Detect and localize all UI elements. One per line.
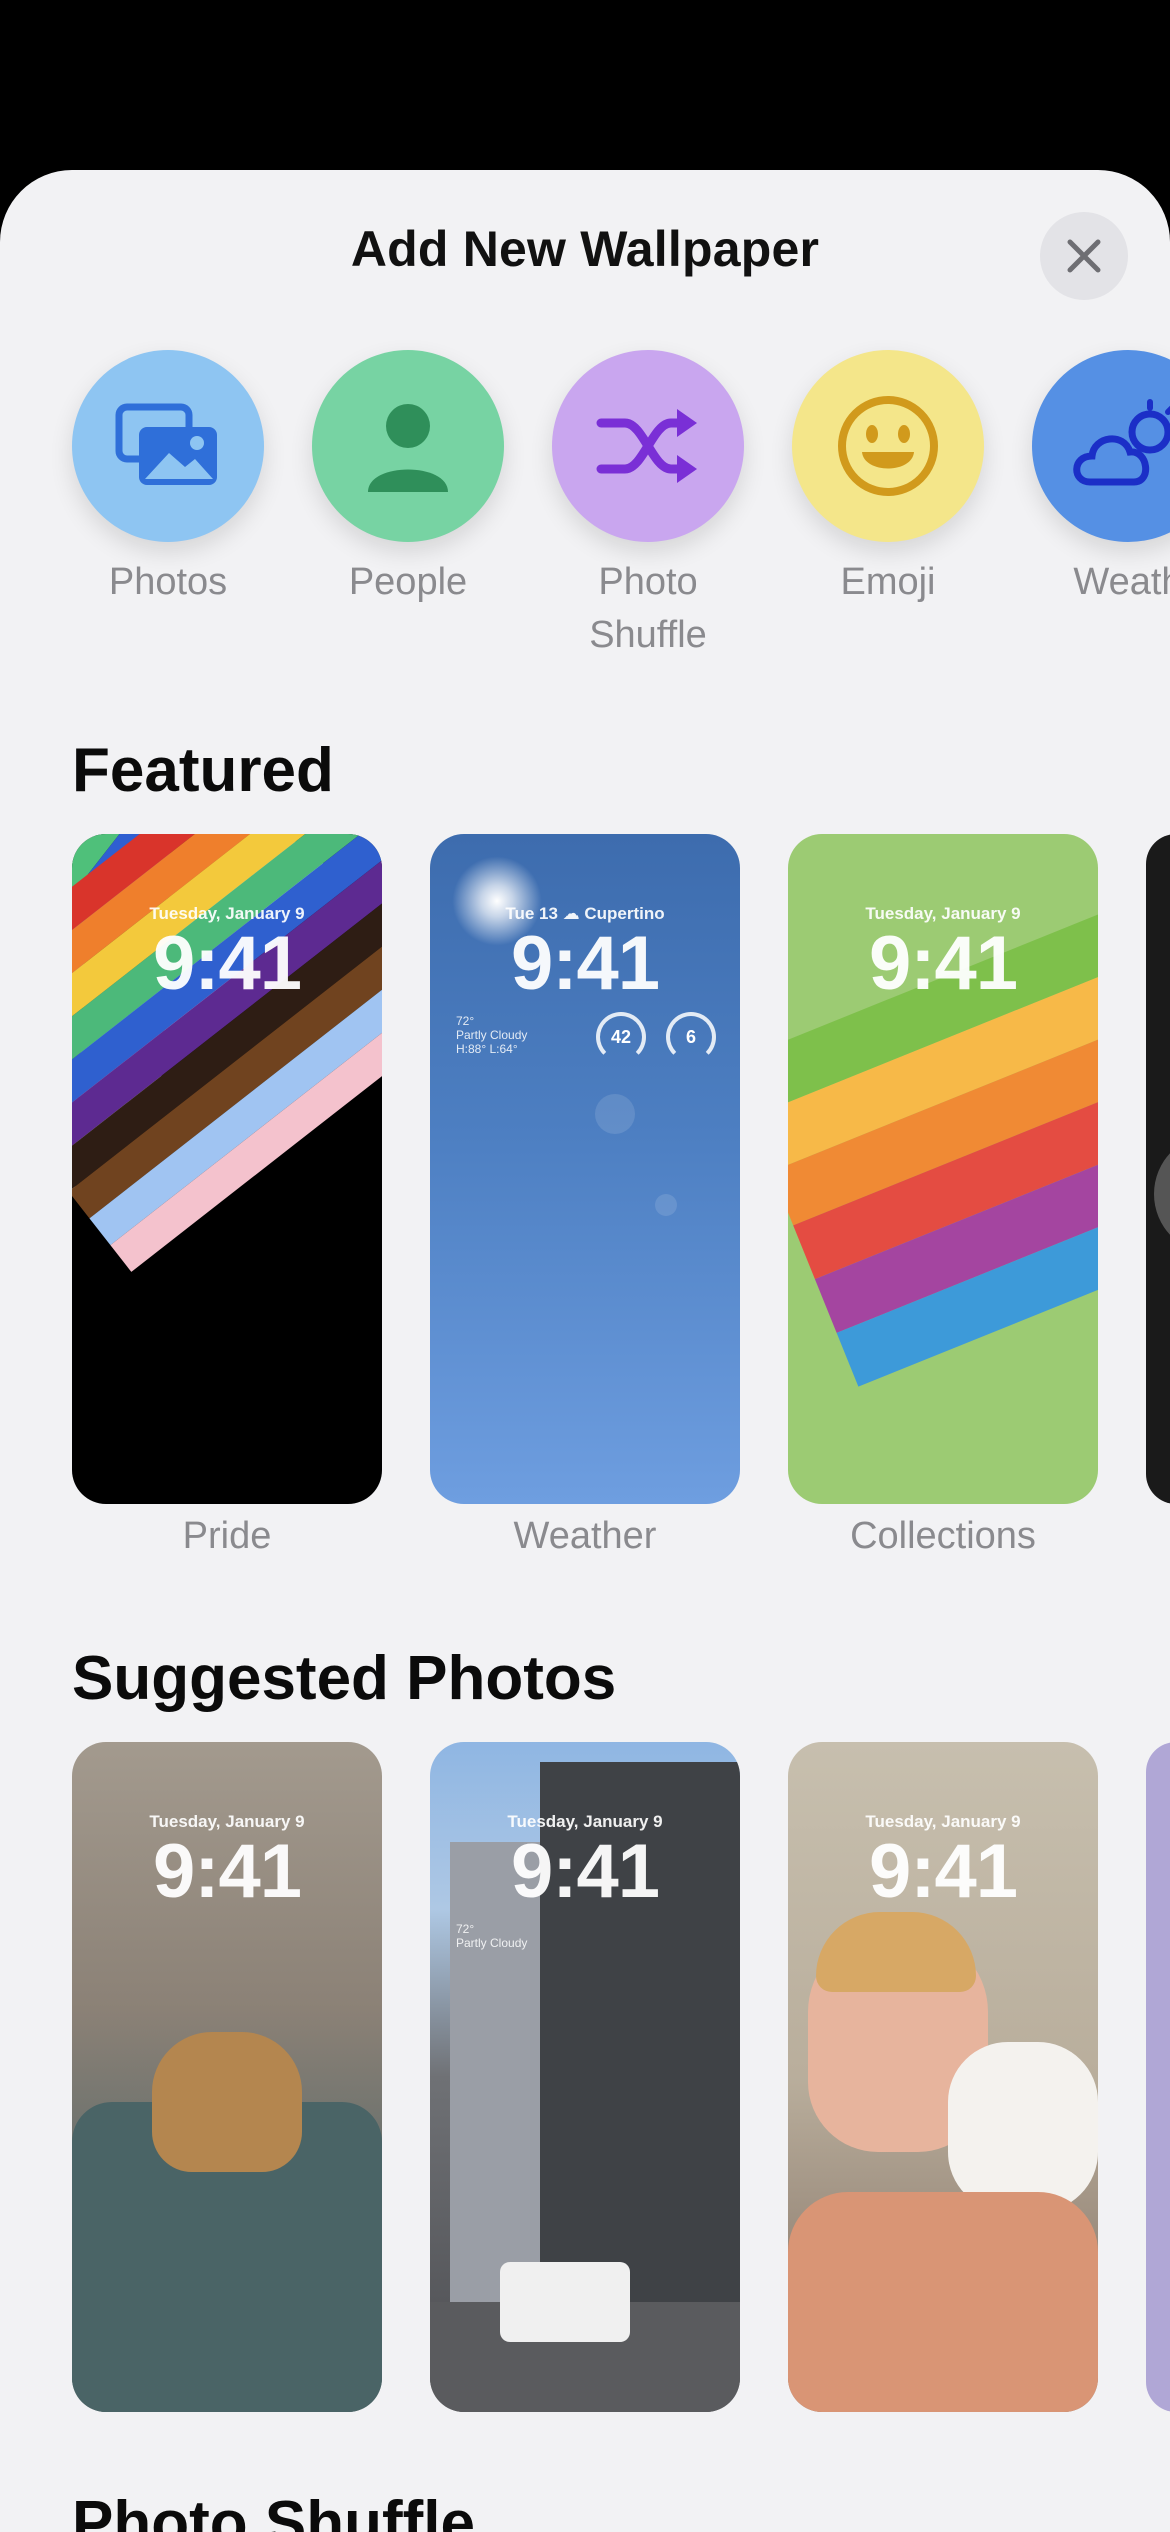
person-icon	[312, 350, 504, 542]
widget-temp: 72°	[456, 1014, 475, 1028]
wallpaper-card-pride[interactable]: Tuesday, January 9 9:41	[72, 834, 382, 1504]
featured-title: Featured	[72, 736, 334, 805]
suggested-photo-city[interactable]: Tuesday, January 9 9:41 72° Partly Cloud…	[430, 1742, 740, 2412]
cat-image	[948, 2042, 1098, 2212]
weather-widget: 72° Partly Cloudy H:88° L:64°	[456, 1014, 527, 1056]
widget-condition: Partly Cloudy	[456, 1936, 528, 1950]
photos-icon	[72, 350, 264, 542]
card-time: 9:41	[152, 921, 302, 1006]
category-emoji[interactable]: Emoji	[788, 350, 988, 609]
card-time: 9:41	[868, 921, 1018, 1006]
card-time: 9:41	[510, 1829, 660, 1914]
widget-range: H:88° L:64°	[456, 1042, 518, 1056]
wallpaper-card-weather[interactable]: Tue 13 ☁ Cupertino 9:41 72° Partly Cloud…	[430, 834, 740, 1504]
suggested-photo-partial[interactable]	[1146, 1742, 1170, 2412]
category-photo-shuffle[interactable]: Photo Shuffle	[548, 350, 748, 662]
card-time: 9:41	[510, 921, 660, 1006]
category-label: Emoji	[840, 561, 936, 603]
card-label: Collections	[850, 1515, 1036, 1557]
category-row: Photos People Photo Shuffle Emoji Weat	[0, 350, 1170, 670]
wallpaper-card-collections[interactable]: Tuesday, January 9 9:41	[788, 834, 1098, 1504]
card-time: 9:41	[152, 1829, 302, 1914]
category-label: Photos	[108, 561, 228, 603]
category-label: Weath	[1073, 561, 1170, 603]
close-button[interactable]	[1040, 212, 1128, 300]
suggested-title: Suggested Photos	[72, 1644, 617, 1713]
hair-image	[816, 1912, 976, 1992]
aqi-ring: 42	[596, 1012, 646, 1062]
category-label: People	[348, 561, 468, 603]
lens-flare	[595, 1094, 635, 1134]
suggested-photo-dog[interactable]: Tuesday, January 9 9:41	[72, 1742, 382, 2412]
dog-image	[152, 2032, 302, 2172]
category-label: Photo Shuffle	[589, 561, 707, 656]
card-label: Pride	[182, 1515, 272, 1557]
widget-condition: Partly Cloudy	[456, 1028, 528, 1042]
close-icon	[1067, 239, 1101, 273]
category-people[interactable]: People	[308, 350, 508, 609]
shuffle-icon	[552, 350, 744, 542]
wallpaper-card-partial[interactable]	[1146, 834, 1170, 1504]
van-image	[500, 2262, 630, 2342]
category-weather[interactable]: Weath	[1028, 350, 1170, 609]
smiley-icon	[792, 350, 984, 542]
lens-flare	[655, 1194, 677, 1216]
sheet-title: Add New Wallpaper	[350, 221, 820, 277]
card-label: Weather	[513, 1515, 657, 1557]
cloud-sun-icon	[1032, 350, 1170, 542]
moon-image	[1154, 1134, 1170, 1254]
suggested-photo-person-cat[interactable]: Tuesday, January 9 9:41	[788, 1742, 1098, 2412]
weather-widget: 72° Partly Cloudy	[456, 1922, 527, 1950]
widget-temp: 72°	[456, 1922, 475, 1936]
category-photos[interactable]: Photos	[68, 350, 268, 609]
card-time: 9:41	[868, 1829, 1018, 1914]
arm-image	[788, 2192, 1098, 2412]
uv-ring: 6	[666, 1012, 716, 1062]
wallpaper-sheet: Add New Wallpaper Photos People Photo Sh…	[0, 170, 1170, 2532]
photo-shuffle-title: Photo Shuffle	[72, 2489, 475, 2532]
